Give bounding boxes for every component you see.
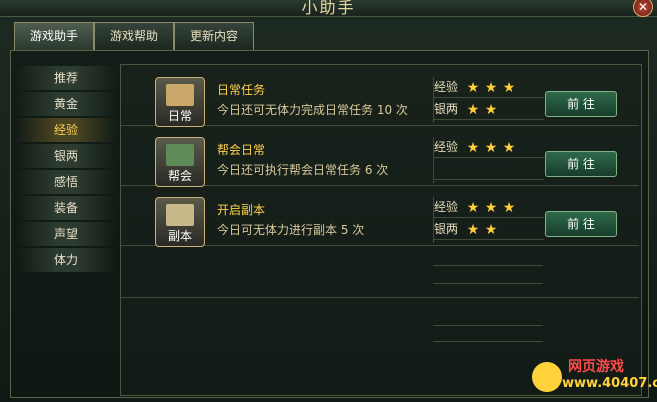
watermark-line2: www.40407.com <box>562 376 657 391</box>
tab-game-assistant[interactable]: 游戏助手 <box>14 22 94 50</box>
task-description: 今日可无体力进行副本 5 次 <box>217 223 365 237</box>
divider <box>433 283 543 284</box>
sidebar-item-gold[interactable]: 黄金 <box>16 92 116 116</box>
empty-row <box>121 245 639 298</box>
sidebar-item-reputation[interactable]: 声望 <box>16 222 116 246</box>
sidebar-item-insight[interactable]: 感悟 <box>16 170 116 194</box>
sidebar-item-recommend[interactable]: 推荐 <box>16 66 116 90</box>
star-icon: ★ <box>502 140 516 156</box>
window-title: 小助手 <box>301 0 356 17</box>
star-icon: ★ <box>484 140 498 156</box>
reward-name: 银两 <box>434 222 459 236</box>
task-icon-label: 帮会 <box>167 169 192 183</box>
task-row: 帮会 帮会日常 今日还可执行帮会日常任务 6 次 经验 ★ ★ ★ 前 往 <box>121 125 639 187</box>
divider <box>433 265 543 266</box>
star-icon: ★ <box>466 140 480 156</box>
task-name: 日常任务 <box>217 83 266 97</box>
star-icon: ★ <box>466 222 480 238</box>
star-icon: ★ <box>484 222 498 238</box>
task-name: 帮会日常 <box>217 143 266 157</box>
sidebar-item-experience[interactable]: 经验 <box>16 118 116 142</box>
guild-quest-icon: 帮会 <box>155 137 205 187</box>
reward-experience: 经验 ★ ★ ★ <box>434 77 544 98</box>
assistant-window: 小助手 ✕ 游戏助手 游戏帮助 更新内容 推荐 黄金 经验 银两 感悟 装备 声… <box>0 0 657 402</box>
reward-name: 经验 <box>434 200 459 214</box>
star-icon: ★ <box>502 200 516 216</box>
go-button[interactable]: 前 往 <box>545 211 617 237</box>
task-icon-label: 副本 <box>167 229 192 243</box>
watermark-line1: 网页游戏 <box>568 359 624 375</box>
reward-name: 银两 <box>434 102 459 116</box>
reward-name: 经验 <box>434 140 459 154</box>
go-button[interactable]: 前 往 <box>545 91 617 117</box>
task-row: 副本 开启副本 今日可无体力进行副本 5 次 经验 ★ ★ ★ 银两 ★ ★ 前… <box>121 185 639 247</box>
sidebar-item-silver[interactable]: 银两 <box>16 144 116 168</box>
star-icon: ★ <box>466 200 480 216</box>
task-row: 日常 日常任务 今日还可无体力完成日常任务 10 次 经验 ★ ★ ★ 银两 ★… <box>121 65 639 127</box>
star-icon: ★ <box>484 80 498 96</box>
title-bar: 小助手 ✕ <box>0 0 657 17</box>
tab-update-content[interactable]: 更新内容 <box>174 22 254 50</box>
divider <box>433 325 543 326</box>
star-icon: ★ <box>502 80 516 96</box>
reward-column: 经验 ★ ★ ★ 银两 ★ ★ <box>433 197 544 243</box>
sidebar-item-equipment[interactable]: 装备 <box>16 196 116 220</box>
reward-silver: 银两 ★ ★ <box>434 219 544 240</box>
task-description: 今日还可无体力完成日常任务 10 次 <box>217 103 408 117</box>
reward-experience: 经验 ★ ★ ★ <box>434 197 544 218</box>
task-list: 日常 日常任务 今日还可无体力完成日常任务 10 次 经验 ★ ★ ★ 银两 ★… <box>120 64 642 396</box>
star-icon: ★ <box>484 102 498 118</box>
star-icon: ★ <box>484 200 498 216</box>
site-watermark: 网页游戏 www.40407.com <box>532 356 657 400</box>
dungeon-scroll-icon: 副本 <box>155 197 205 247</box>
tab-game-help[interactable]: 游戏帮助 <box>94 22 174 50</box>
reward-name: 经验 <box>434 80 459 94</box>
reward-column: 经验 ★ ★ ★ 银两 ★ ★ <box>433 77 544 123</box>
star-icon: ★ <box>466 80 480 96</box>
star-icon: ★ <box>466 102 480 118</box>
reward-empty <box>434 159 544 180</box>
category-sidebar: 推荐 黄金 经验 银两 感悟 装备 声望 体力 <box>16 66 116 274</box>
reward-experience: 经验 ★ ★ ★ <box>434 137 544 158</box>
divider <box>433 341 543 342</box>
task-name: 开启副本 <box>217 203 266 217</box>
daily-quest-icon: 日常 <box>155 77 205 127</box>
go-button[interactable]: 前 往 <box>545 151 617 177</box>
reward-column: 经验 ★ ★ ★ <box>433 137 544 183</box>
mascot-icon <box>532 362 562 392</box>
task-description: 今日还可执行帮会日常任务 6 次 <box>217 163 389 177</box>
sidebar-item-stamina[interactable]: 体力 <box>16 248 116 272</box>
task-icon-label: 日常 <box>167 109 192 123</box>
reward-silver: 银两 ★ ★ <box>434 99 544 120</box>
